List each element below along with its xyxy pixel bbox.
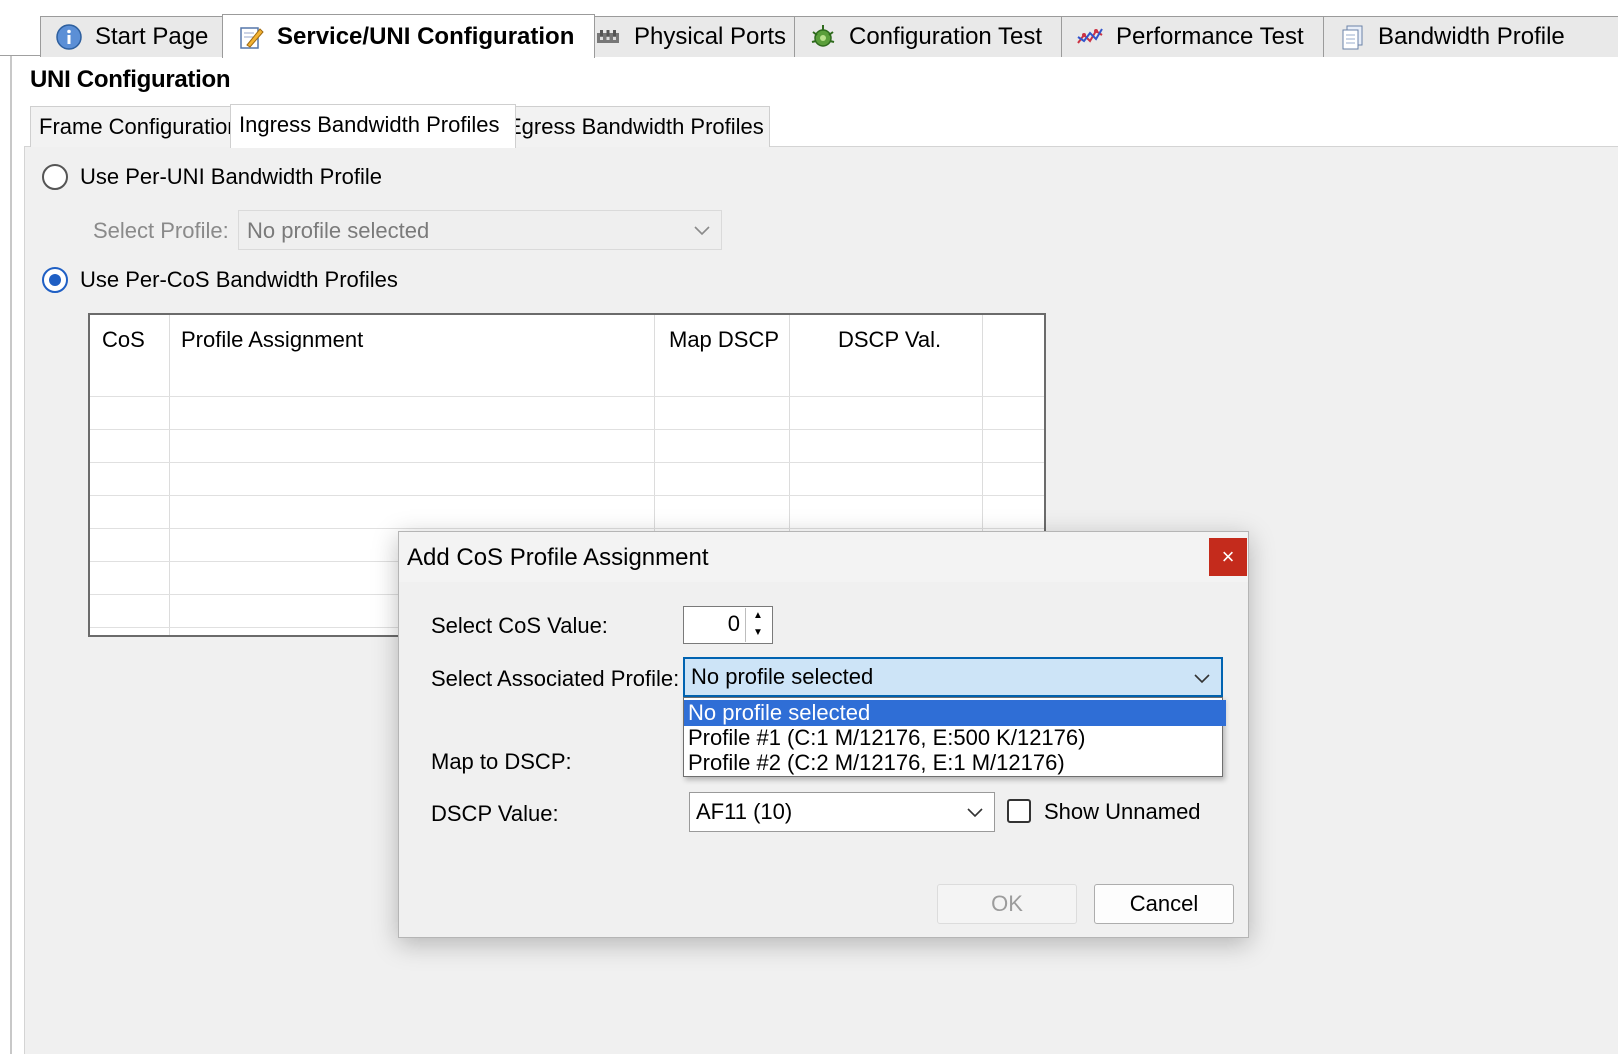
spinner-down-icon[interactable]: ▼ xyxy=(746,625,770,641)
profile-option[interactable]: Profile #1 (C:1 M/12176, E:500 K/12176) xyxy=(684,725,1226,751)
tab-label: Configuration Test xyxy=(849,23,1043,50)
close-button[interactable]: × xyxy=(1209,538,1247,576)
chevron-down-icon xyxy=(1194,674,1210,684)
add-cos-profile-dialog: Add CoS Profile Assignment × Select CoS … xyxy=(398,531,1249,938)
dscp-value-dropdown[interactable]: AF11 (10) xyxy=(689,792,995,832)
tab-label: Start Page xyxy=(95,23,209,50)
per-cos-radio-label: Use Per-CoS Bandwidth Profiles xyxy=(80,267,398,292)
select-profile-label: Select Profile: xyxy=(93,218,229,243)
profile-option[interactable]: Profile #2 (C:2 M/12176, E:1 M/12176) xyxy=(684,750,1226,776)
chevron-down-icon xyxy=(694,226,710,236)
section-title: UNI Configuration xyxy=(30,66,231,93)
ok-button[interactable]: OK xyxy=(937,884,1077,924)
dialog-title: Add CoS Profile Assignment xyxy=(407,544,709,571)
dscp-value-label: DSCP Value: xyxy=(431,801,559,826)
column-header-profile-assignment[interactable]: Profile Assignment xyxy=(181,327,363,353)
close-icon: × xyxy=(1221,544,1235,569)
per-cos-radio[interactable] xyxy=(42,267,68,293)
map-to-dscp-label: Map to DSCP: xyxy=(431,749,572,774)
per-uni-radio-label: Use Per-UNI Bandwidth Profile xyxy=(80,164,383,189)
select-associated-profile-label: Select Associated Profile: xyxy=(431,666,680,691)
cos-value-spinner[interactable]: 0 ▲ ▼ xyxy=(683,606,773,644)
gear-bug-icon xyxy=(811,25,835,47)
tab-service-uni-configuration[interactable]: Service/UNI Configuration xyxy=(222,14,595,58)
associated-profile-value: No profile selected xyxy=(691,664,874,689)
info-icon xyxy=(56,24,82,50)
column-header-map-dscp[interactable]: Map DSCP xyxy=(669,327,779,353)
tab-label: Bandwidth Profile xyxy=(1378,23,1565,50)
show-unnamed-label: Show Unnamed xyxy=(1044,799,1201,824)
select-profile-dropdown[interactable]: No profile selected xyxy=(238,210,722,250)
tab-ingress-bandwidth-profiles[interactable]: Ingress Bandwidth Profiles xyxy=(230,104,516,148)
tab-performance-test[interactable]: Performance Test xyxy=(1061,16,1339,57)
tab-configuration-test[interactable]: Configuration Test xyxy=(794,16,1077,57)
per-uni-radio[interactable] xyxy=(42,164,68,190)
document-stack-icon xyxy=(1342,25,1363,50)
spinner-buttons: ▲ ▼ xyxy=(745,608,770,642)
column-header-dscp-val[interactable]: DSCP Val. xyxy=(838,327,941,353)
select-profile-value: No profile selected xyxy=(247,218,430,243)
tab-bandwidth-profile[interactable]: Bandwidth Profile xyxy=(1323,16,1618,57)
associated-profile-dropdown[interactable]: No profile selected xyxy=(683,657,1223,697)
spinner-up-icon[interactable]: ▲ xyxy=(746,608,770,624)
tab-start-page[interactable]: Start Page xyxy=(40,16,238,57)
select-cos-label: Select CoS Value: xyxy=(431,613,608,638)
cos-value: 0 xyxy=(727,611,740,636)
profile-option[interactable]: No profile selected xyxy=(684,700,1226,726)
associated-profile-options: No profile selected Profile #1 (C:1 M/12… xyxy=(683,697,1226,777)
edit-config-icon xyxy=(240,26,264,49)
ports-icon xyxy=(597,30,619,43)
cancel-button[interactable]: Cancel xyxy=(1094,884,1234,924)
main-tab-strip: Start Page Service/UNI Configuration Phy… xyxy=(0,0,1618,58)
left-frame-divider xyxy=(10,56,12,1054)
line-graph-icon xyxy=(1077,28,1103,44)
tab-label: Physical Ports xyxy=(634,23,787,50)
dscp-value: AF11 (10) xyxy=(696,799,793,824)
tab-egress-bandwidth-profiles[interactable]: Egress Bandwidth Profiles xyxy=(498,106,770,147)
tab-label: Performance Test xyxy=(1116,23,1304,50)
tab-frame-configuration[interactable]: Frame Configuration xyxy=(30,106,248,147)
tab-label: Service/UNI Configuration xyxy=(277,22,575,50)
tab-physical-ports[interactable]: Physical Ports xyxy=(579,16,810,57)
chevron-down-icon xyxy=(967,808,983,818)
show-unnamed-checkbox[interactable] xyxy=(1007,799,1031,823)
column-header-cos[interactable]: CoS xyxy=(102,327,145,353)
